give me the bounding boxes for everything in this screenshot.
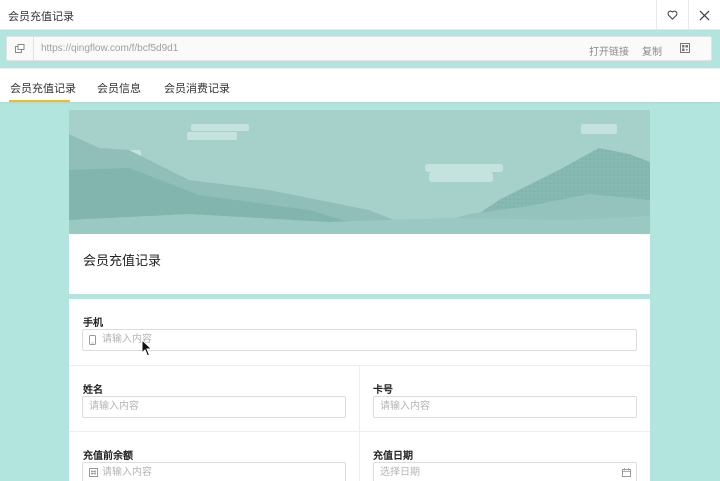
active-tab-indicator (9, 100, 70, 102)
number-icon (89, 468, 98, 477)
mountain-landscape-illustration (69, 110, 650, 234)
phone-label: 手机 (83, 318, 103, 329)
tab-bar: 会员充值记录 会员信息 会员消费记录 (0, 68, 720, 102)
card-number-label: 卡号 (373, 385, 393, 396)
favorite-button[interactable] (656, 0, 688, 30)
recharge-date-placeholder: 选择日期 (380, 467, 420, 478)
name-input[interactable]: 请输入内容 (82, 396, 346, 418)
link-icon-box (7, 37, 34, 60)
calendar-icon (622, 468, 631, 477)
balance-before-input[interactable]: 请输入内容 (82, 462, 346, 481)
card-number-placeholder: 请输入内容 (380, 401, 430, 412)
open-link-button[interactable]: 打开链接 (589, 43, 629, 58)
close-icon (699, 9, 710, 21)
copy-link-button[interactable]: 复制 (642, 43, 662, 58)
recharge-date-label: 充值日期 (373, 451, 413, 462)
window-titlebar: 会员充值记录 (0, 0, 720, 30)
window-title: 会员充值记录 (8, 11, 74, 23)
balance-before-label: 充值前余额 (83, 451, 133, 462)
phone-icon (89, 335, 96, 345)
share-url-bar: https://qingflow.com/f/bcf5d9d1 打开链接 复制 (6, 36, 712, 61)
heart-icon (667, 10, 678, 20)
name-label: 姓名 (83, 385, 103, 396)
phone-input[interactable]: 请输入内容 (82, 329, 637, 351)
column-divider (359, 365, 360, 481)
form-title: 会员充值记录 (83, 253, 162, 268)
form-banner-image (69, 110, 650, 234)
form-header-card: 会员充值记录 (69, 234, 650, 294)
row-divider (69, 431, 650, 432)
qr-code-icon[interactable] (680, 43, 690, 53)
name-placeholder: 请输入内容 (89, 401, 139, 412)
share-url-text[interactable]: https://qingflow.com/f/bcf5d9d1 (41, 43, 178, 54)
close-button[interactable] (688, 0, 720, 30)
tab-member-info[interactable]: 会员信息 (97, 80, 141, 96)
recharge-date-picker[interactable]: 选择日期 (373, 462, 637, 481)
tab-recharge-records[interactable]: 会员充值记录 (10, 80, 76, 96)
card-number-input[interactable]: 请输入内容 (373, 396, 637, 418)
balance-before-placeholder: 请输入内容 (102, 467, 152, 478)
link-icon (15, 44, 25, 53)
form-fields-card: 手机 请输入内容 姓名 请输入内容 卡号 请输入内容 充值前余额 请输入内容 充… (69, 299, 650, 481)
mouse-cursor-icon (141, 339, 153, 357)
tab-consumption-records[interactable]: 会员消费记录 (164, 80, 230, 96)
